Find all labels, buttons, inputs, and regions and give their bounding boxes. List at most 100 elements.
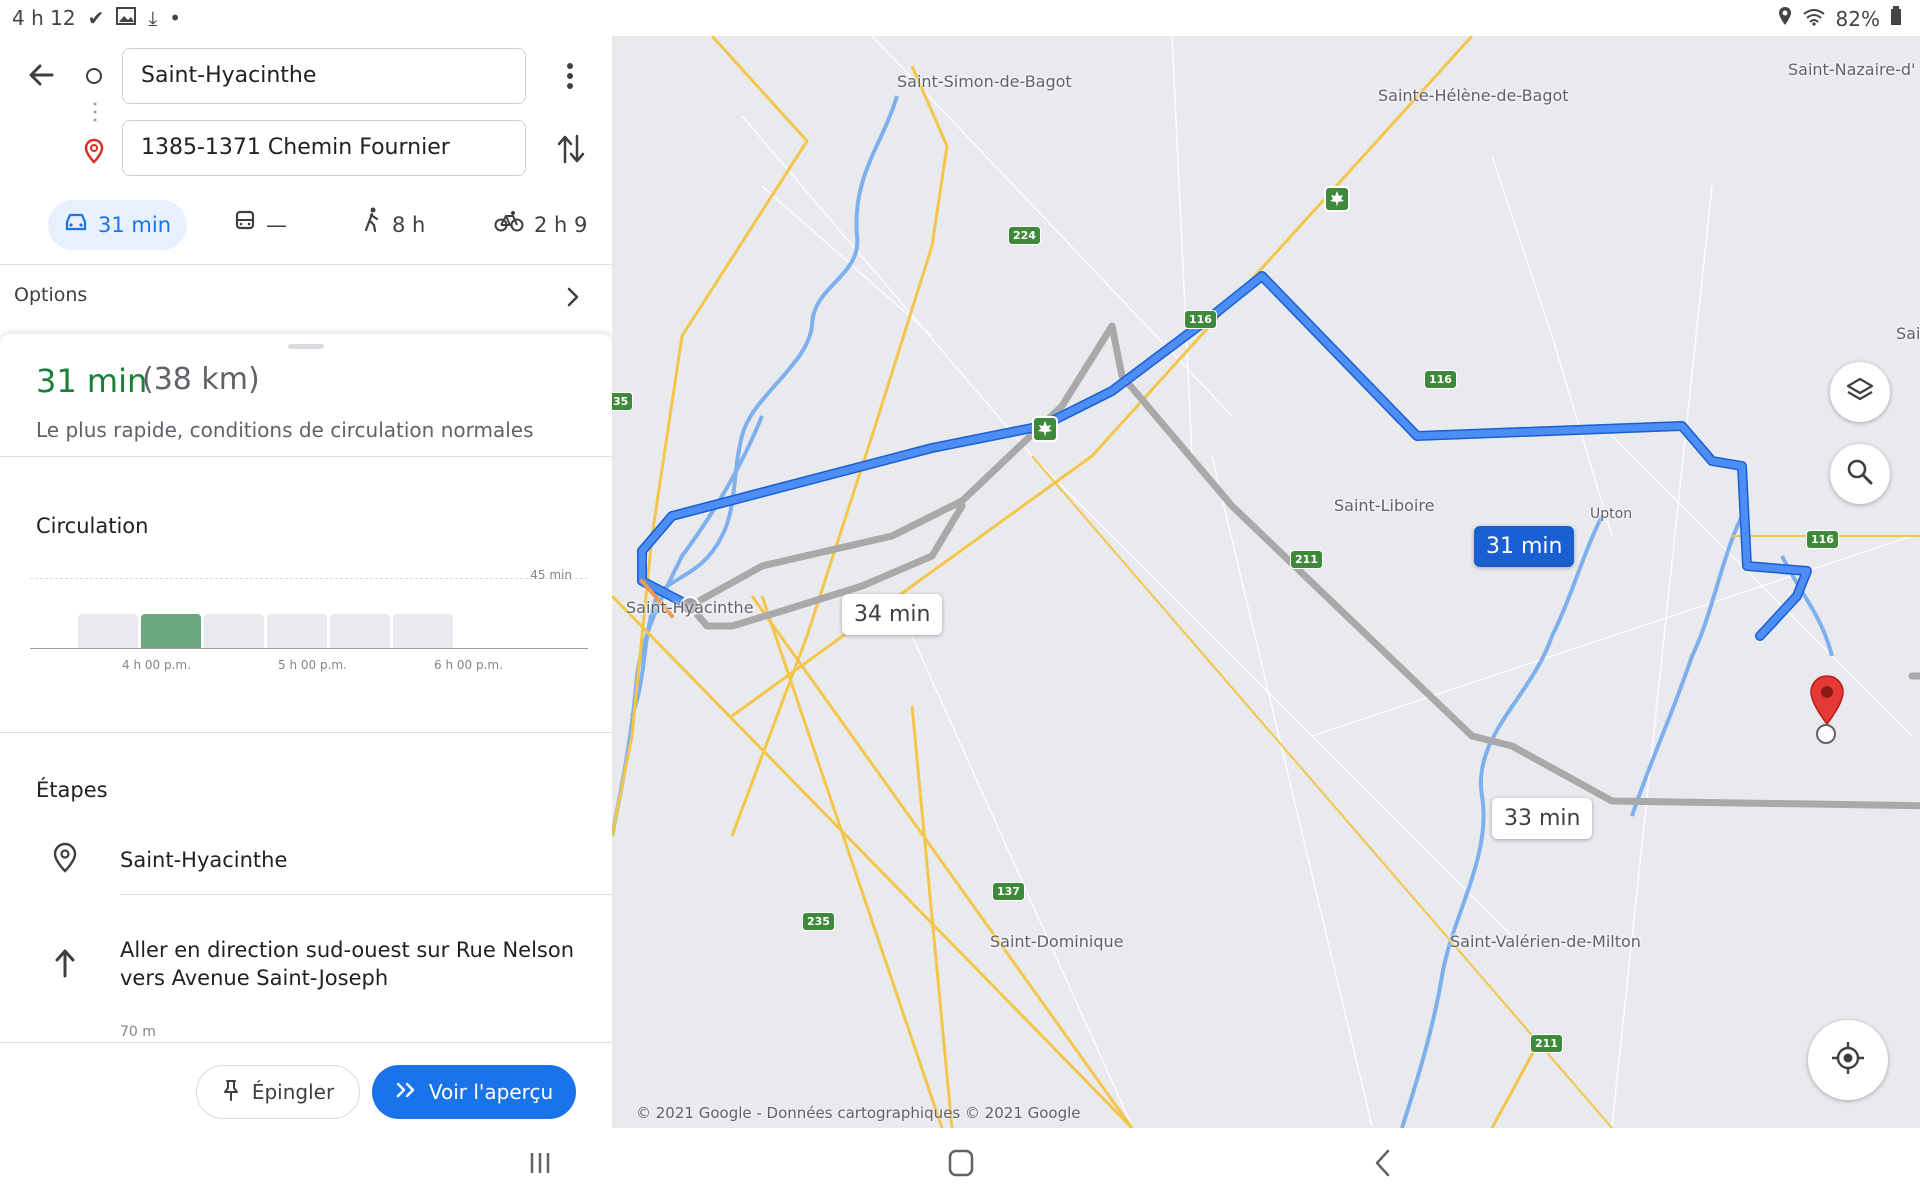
route-shield: 116 [1184, 310, 1217, 329]
place-label: Saint-Liboire [1334, 496, 1435, 515]
alt-route-duration-bubble[interactable]: 34 min [842, 594, 943, 635]
mode-car-label: 31 min [98, 213, 171, 237]
image-icon [116, 6, 137, 30]
chart-time-label: 4 h 00 p.m. [122, 658, 191, 672]
destination-marker-icon[interactable] [1808, 674, 1846, 732]
traffic-bar [267, 614, 327, 648]
route-shield: 35 [612, 392, 634, 411]
dot-icon: • [169, 6, 181, 30]
place-label: Sainte-Hélène-de-Bagot [1378, 86, 1569, 105]
more-options-icon[interactable] [560, 60, 580, 96]
train-icon [234, 200, 256, 250]
travel-modes: 31 min — 8 h 2 h 9 [48, 200, 588, 250]
map-copyright: © 2021 Google - Données cartographiques … [636, 1104, 1081, 1122]
map-canvas [612, 36, 1920, 1128]
route-shield: 116 [1424, 370, 1457, 389]
status-bar: 4 h 12 ✔ ⤓ • 82% [0, 0, 1920, 36]
battery-icon [1890, 6, 1902, 31]
search-icon [1846, 458, 1874, 490]
mode-walk[interactable]: 8 h [362, 200, 425, 250]
place-label: Saint-Simon-de-Bagot [897, 72, 1072, 91]
mode-car[interactable]: 31 min [48, 200, 187, 250]
route-details-sheet: 31 min (38 km) Le plus rapide, condition… [0, 334, 612, 1042]
route-shield: 224 [1008, 226, 1041, 245]
battery-level: 82% [1835, 6, 1880, 31]
maple-leaf-icon [1324, 186, 1350, 216]
directions-panel: Saint-Hyacinthe 1385-1371 Chemin Fournie… [0, 36, 613, 1129]
recent-apps-icon[interactable] [528, 1150, 552, 1180]
preview-button-label: Voir l'aperçu [428, 1080, 554, 1104]
traffic-bar [204, 614, 264, 648]
step-start-label: Saint-Hyacinthe [120, 848, 288, 872]
map-view[interactable]: Saint-Simon-de-Bagot Sainte-Hélène-de-Ba… [612, 36, 1920, 1128]
wifi-icon [1802, 7, 1826, 31]
car-icon [64, 200, 88, 250]
back-nav-icon[interactable] [1372, 1148, 1392, 1182]
location-icon [1778, 6, 1792, 31]
step-distance: 70 m [120, 1024, 156, 1040]
mode-transit-label: — [266, 213, 287, 237]
mode-bike-label: 2 h 9 [534, 213, 588, 237]
chevron-right-icon[interactable] [566, 286, 580, 312]
download-icon: ⤓ [148, 6, 158, 30]
navigation-bar [0, 1128, 1920, 1200]
drag-handle[interactable] [288, 344, 324, 349]
back-button[interactable] [26, 60, 56, 94]
search-button[interactable] [1830, 444, 1890, 504]
route-shield: 235 [802, 912, 835, 931]
traffic-bar [330, 614, 390, 648]
home-icon[interactable] [948, 1148, 974, 1182]
chart-time-label: 5 h 00 p.m. [278, 658, 347, 672]
walk-icon [362, 200, 382, 250]
pin-button[interactable]: Épingler [196, 1065, 360, 1119]
route-shield: 211 [1290, 550, 1323, 569]
route-description: Le plus rapide, conditions de circulatio… [36, 418, 534, 442]
preview-button[interactable]: Voir l'aperçu [372, 1065, 576, 1119]
traffic-bar [393, 614, 453, 648]
place-label: Saint-Nazaire-d' [1788, 60, 1916, 79]
pin-icon [222, 1078, 240, 1107]
arrow-up-icon [54, 948, 76, 982]
bottom-actions: Épingler Voir l'aperçu [0, 1042, 612, 1129]
steps-title: Étapes [36, 778, 108, 802]
step-instruction: Aller en direction sud-ouest sur Rue Nel… [120, 938, 575, 990]
route-duration: 31 min [36, 362, 148, 400]
chart-baseline [30, 648, 588, 649]
divider [120, 894, 612, 895]
bike-icon [494, 200, 524, 250]
traffic-bar [141, 614, 201, 648]
options-label[interactable]: Options [14, 284, 87, 306]
mode-transit[interactable]: — [234, 200, 287, 250]
route-shield: 116 [1806, 530, 1839, 549]
origin-circle-icon [85, 67, 103, 89]
alt-route-duration-bubble[interactable]: 33 min [1492, 798, 1593, 839]
double-chevron-icon [395, 1080, 417, 1104]
mode-bike[interactable]: 2 h 9 [494, 200, 587, 250]
traffic-chart: 45 min 4 h 00 p.m. 5 h 00 p.m. 6 h 00 p.… [30, 564, 588, 684]
place-label: Upton [1590, 506, 1633, 522]
my-location-button[interactable] [1808, 1020, 1888, 1100]
place-label: Sai [1896, 324, 1920, 343]
route-distance: (38 km) [142, 362, 260, 397]
destination-pin-icon [83, 138, 105, 168]
swap-icon[interactable] [556, 132, 586, 170]
divider [0, 456, 612, 457]
maple-leaf-icon [1032, 416, 1058, 446]
status-time: 4 h 12 [12, 6, 76, 30]
divider [0, 264, 612, 265]
route-duration-bubble[interactable]: 31 min [1474, 526, 1575, 567]
chart-time-label: 6 h 00 p.m. [434, 658, 503, 672]
divider [0, 732, 612, 733]
route-shield: 211 [1530, 1034, 1563, 1053]
route-shield: 137 [992, 882, 1025, 901]
check-icon: ✔ [87, 6, 105, 30]
mode-walk-label: 8 h [392, 213, 426, 237]
pin-button-label: Épingler [251, 1080, 335, 1104]
my-location-icon [1830, 1040, 1866, 1080]
layers-icon [1846, 376, 1874, 408]
traffic-bars [78, 564, 548, 648]
origin-input[interactable]: Saint-Hyacinthe [122, 48, 526, 104]
destination-input[interactable]: 1385-1371 Chemin Fournier [122, 120, 526, 176]
layers-button[interactable] [1830, 362, 1890, 422]
traffic-title: Circulation [36, 514, 149, 538]
